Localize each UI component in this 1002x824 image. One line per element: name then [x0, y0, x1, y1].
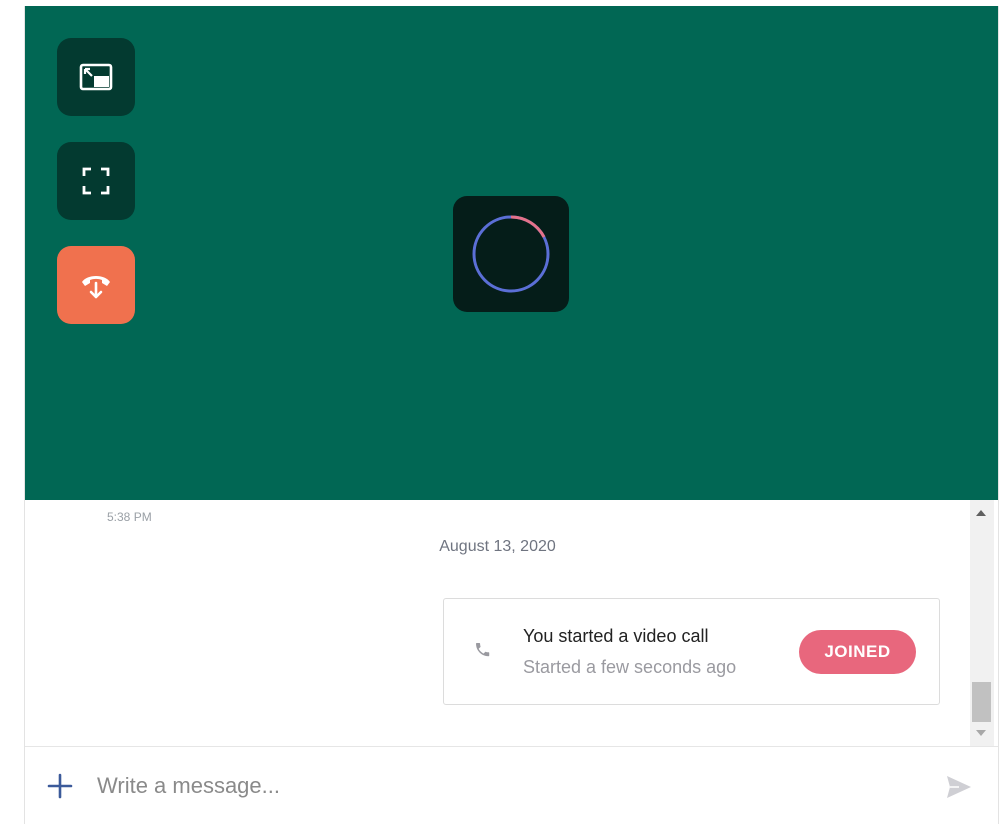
fullscreen-button[interactable]: [57, 142, 135, 220]
pip-icon: [79, 63, 113, 91]
joined-badge[interactable]: JOINED: [799, 630, 916, 674]
message-list: 5:38 PM August 13, 2020 You started a vi…: [25, 500, 998, 746]
chat-window: 5:38 PM August 13, 2020 You started a vi…: [24, 6, 999, 824]
video-call-area: [25, 6, 998, 500]
call-subtitle: Started a few seconds ago: [523, 657, 737, 677]
scroll-thumb[interactable]: [972, 682, 991, 722]
video-call-card: You started a video call Started a few s…: [443, 598, 940, 705]
picture-in-picture-button[interactable]: [57, 38, 135, 116]
call-title: You started a video call: [523, 626, 709, 646]
phone-icon: [476, 643, 490, 657]
message-input[interactable]: [95, 765, 919, 807]
loading-spinner: [453, 196, 569, 312]
spinner-ring-icon: [472, 215, 550, 293]
date-divider: August 13, 2020: [439, 538, 556, 555]
send-icon[interactable]: [945, 773, 973, 801]
message-timestamp: 5:38 PM: [107, 510, 152, 524]
fullscreen-icon: [82, 167, 110, 195]
chat-scrollbar[interactable]: [970, 500, 994, 746]
scroll-up-arrow-icon[interactable]: [976, 510, 986, 516]
plus-icon[interactable]: [47, 773, 73, 799]
scroll-down-arrow-icon[interactable]: [976, 730, 986, 736]
hangup-icon: [82, 276, 110, 299]
message-composer: [25, 746, 998, 824]
hang-up-button[interactable]: [57, 246, 135, 324]
